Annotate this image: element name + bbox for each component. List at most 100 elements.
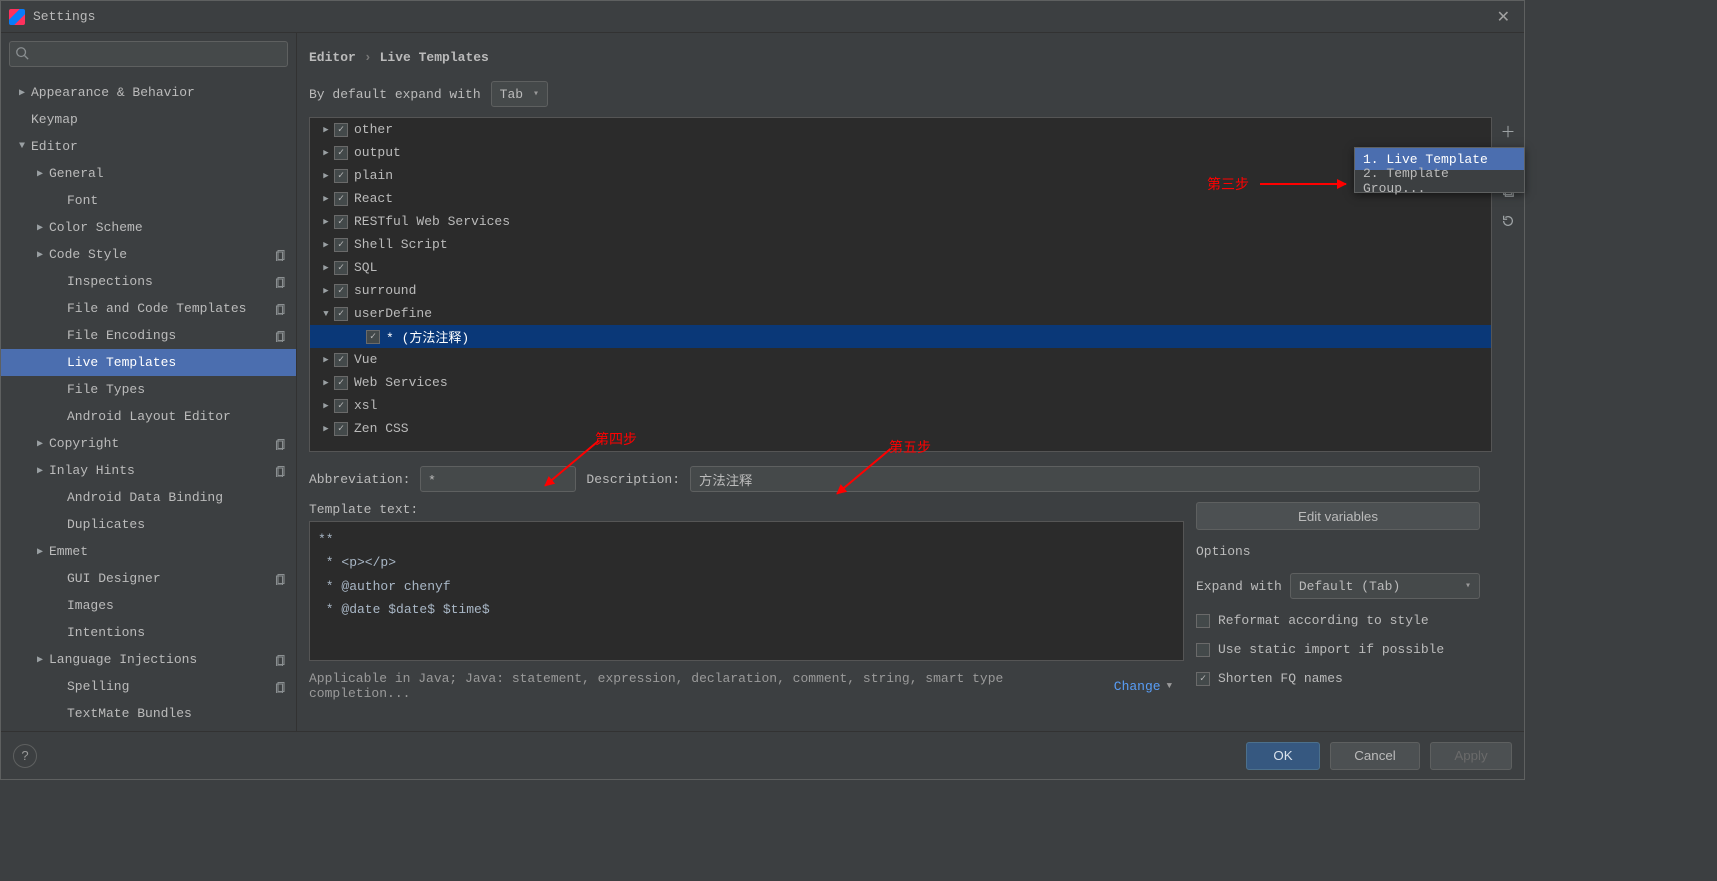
template-checkbox[interactable]: ✓	[334, 215, 348, 229]
sidebar-item-label: Images	[67, 598, 288, 613]
abbreviation-input[interactable]	[420, 466, 576, 492]
cancel-button[interactable]: Cancel	[1330, 742, 1420, 770]
sidebar-item-general[interactable]: ▶General	[1, 160, 296, 187]
settings-window: Settings ✕ ▶Appearance & Behavior▶Keymap…	[0, 0, 1525, 780]
sidebar-item-android-layout-editor[interactable]: ▶Android Layout Editor	[1, 403, 296, 430]
popup-template-group[interactable]: 2. Template Group...	[1355, 170, 1524, 192]
template-checkbox[interactable]: ✓	[334, 353, 348, 367]
revert-template-button[interactable]	[1496, 209, 1520, 233]
sidebar-item-copyright[interactable]: ▶Copyright	[1, 430, 296, 457]
reformat-label: Reformat according to style	[1218, 613, 1429, 628]
template-item[interactable]: ▶✓output	[310, 141, 1491, 164]
sidebar-item-file-and-code-templates[interactable]: ▶File and Code Templates	[1, 295, 296, 322]
template-item[interactable]: ▶✓plain	[310, 164, 1491, 187]
template-checkbox[interactable]: ✓	[334, 399, 348, 413]
template-item[interactable]: ▶✓SQL	[310, 256, 1491, 279]
sidebar-item-code-style[interactable]: ▶Code Style	[1, 241, 296, 268]
reformat-checkbox[interactable]	[1196, 614, 1210, 628]
sidebar-item-label: Appearance & Behavior	[31, 85, 288, 100]
template-label: RESTful Web Services	[354, 214, 510, 229]
template-checkbox[interactable]: ✓	[334, 422, 348, 436]
sidebar-item-appearance-behavior[interactable]: ▶Appearance & Behavior	[1, 79, 296, 106]
options-title: Options	[1196, 544, 1480, 559]
sidebar-item-label: File Types	[67, 382, 288, 397]
sidebar-item-label: Code Style	[49, 247, 274, 262]
ok-button[interactable]: OK	[1246, 742, 1320, 770]
template-item[interactable]: ▶✓Shell Script	[310, 233, 1491, 256]
sidebar-item-font[interactable]: ▶Font	[1, 187, 296, 214]
tree-arrow-icon: ▶	[318, 401, 334, 411]
template-label: Zen CSS	[354, 421, 409, 436]
help-button[interactable]: ?	[13, 744, 37, 768]
template-checkbox[interactable]: ✓	[334, 123, 348, 137]
sidebar-item-label: Spelling	[67, 679, 274, 694]
sidebar-item-label: File and Code Templates	[67, 301, 274, 316]
add-template-button[interactable]: ＋	[1496, 119, 1520, 143]
settings-search-input[interactable]	[9, 41, 288, 67]
tree-arrow-icon: ▼	[13, 141, 31, 152]
template-checkbox[interactable]: ✓	[334, 146, 348, 160]
template-item[interactable]: ▼✓userDefine	[310, 302, 1491, 325]
sidebar-item-android-data-binding[interactable]: ▶Android Data Binding	[1, 484, 296, 511]
template-item[interactable]: ▶✓RESTful Web Services	[310, 210, 1491, 233]
sidebar-item-gui-designer[interactable]: ▶GUI Designer	[1, 565, 296, 592]
sidebar-item-spelling[interactable]: ▶Spelling	[1, 673, 296, 700]
expand-with-default-select[interactable]: Tab	[491, 81, 548, 107]
sidebar-item-label: GUI Designer	[67, 571, 274, 586]
sidebar-item-intentions[interactable]: ▶Intentions	[1, 619, 296, 646]
shorten-fq-checkbox[interactable]: ✓	[1196, 672, 1210, 686]
template-item[interactable]: ▶✓Web Services	[310, 371, 1491, 394]
template-checkbox[interactable]: ✓	[334, 169, 348, 183]
apply-button[interactable]: Apply	[1430, 742, 1512, 770]
sidebar-item-inspections[interactable]: ▶Inspections	[1, 268, 296, 295]
tree-arrow-icon: ▶	[31, 438, 49, 450]
scheme-project-icon	[274, 653, 288, 667]
template-item[interactable]: ▶✓React	[310, 187, 1491, 210]
template-item[interactable]: ▶✓xsl	[310, 394, 1491, 417]
static-import-checkbox[interactable]	[1196, 643, 1210, 657]
sidebar-item-file-encodings[interactable]: ▶File Encodings	[1, 322, 296, 349]
sidebar-item-inlay-hints[interactable]: ▶Inlay Hints	[1, 457, 296, 484]
sidebar-item-label: Android Data Binding	[67, 490, 288, 505]
template-checkbox[interactable]: ✓	[334, 376, 348, 390]
app-logo-icon	[9, 9, 25, 25]
sidebar-item-editor[interactable]: ▼Editor	[1, 133, 296, 160]
sidebar-item-file-types[interactable]: ▶File Types	[1, 376, 296, 403]
edit-variables-button[interactable]: Edit variables	[1196, 502, 1480, 530]
template-item[interactable]: ▶✓Vue	[310, 348, 1491, 371]
tree-arrow-icon: ▶	[318, 378, 334, 388]
sidebar-item-duplicates[interactable]: ▶Duplicates	[1, 511, 296, 538]
template-item[interactable]: ▶✓other	[310, 118, 1491, 141]
sidebar-item-keymap[interactable]: ▶Keymap	[1, 106, 296, 133]
template-item[interactable]: ▶✓Zen CSS	[310, 417, 1491, 440]
scheme-project-icon	[274, 680, 288, 694]
template-item[interactable]: ▶✓* (方法注释)	[310, 325, 1491, 348]
scheme-project-icon	[274, 302, 288, 316]
tree-arrow-icon: ▶	[318, 125, 334, 135]
sidebar-item-label: Copyright	[49, 436, 274, 451]
template-checkbox[interactable]: ✓	[334, 238, 348, 252]
expand-with-select[interactable]: Default (Tab)	[1290, 573, 1480, 599]
template-checkbox[interactable]: ✓	[334, 261, 348, 275]
template-checkbox[interactable]: ✓	[334, 284, 348, 298]
template-checkbox[interactable]: ✓	[334, 307, 348, 321]
description-input[interactable]	[690, 466, 1480, 492]
sidebar-item-images[interactable]: ▶Images	[1, 592, 296, 619]
tree-arrow-icon: ▶	[318, 194, 334, 204]
sidebar-item-live-templates[interactable]: ▶Live Templates	[1, 349, 296, 376]
change-link[interactable]: Change	[1114, 679, 1161, 694]
template-text-editor[interactable]: ** * <p></p> * @author chenyf * @date $d…	[309, 521, 1184, 661]
close-icon[interactable]: ✕	[1491, 3, 1516, 31]
sidebar-item-textmate-bundles[interactable]: ▶TextMate Bundles	[1, 700, 296, 727]
template-label: SQL	[354, 260, 377, 275]
sidebar-item-color-scheme[interactable]: ▶Color Scheme	[1, 214, 296, 241]
template-checkbox[interactable]: ✓	[334, 192, 348, 206]
sidebar-item-language-injections[interactable]: ▶Language Injections	[1, 646, 296, 673]
template-label: Shell Script	[354, 237, 448, 252]
template-checkbox[interactable]: ✓	[366, 330, 380, 344]
template-item[interactable]: ▶✓surround	[310, 279, 1491, 302]
add-template-popup: 1. Live Template 2. Template Group...	[1354, 147, 1525, 193]
template-label: Vue	[354, 352, 377, 367]
sidebar-item-emmet[interactable]: ▶Emmet	[1, 538, 296, 565]
chevron-down-icon: ▼	[1167, 681, 1172, 691]
